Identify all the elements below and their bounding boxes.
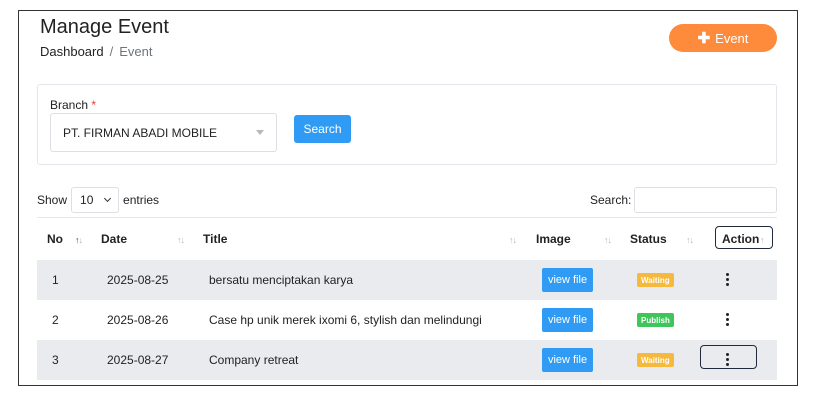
chevron-down-icon	[103, 194, 112, 203]
column-header-action[interactable]: Action	[722, 232, 759, 246]
add-event-label: Event	[715, 30, 749, 46]
column-header-title[interactable]: Title	[203, 232, 227, 246]
sort-icon[interactable]: ↑↓	[177, 235, 185, 245]
more-options-icon[interactable]	[724, 349, 730, 369]
entries-value: 10	[80, 193, 94, 207]
status-badge: Waiting	[637, 353, 674, 367]
sort-icon[interactable]: ↑↓	[75, 235, 83, 245]
row-title: Case hp unik merek ixomi 6, stylish dan …	[209, 313, 482, 327]
page-title: Manage Event	[40, 16, 169, 38]
column-header-status[interactable]: Status	[630, 232, 667, 246]
breadcrumb-dashboard-link[interactable]: Dashboard	[40, 44, 104, 59]
table-row: 2 2025-08-26 Case hp unik merek ixomi 6,…	[37, 300, 777, 340]
row-date: 2025-08-25	[107, 273, 169, 287]
view-file-button[interactable]: view file	[542, 308, 593, 332]
plus-icon: ✚	[697, 29, 711, 47]
view-file-button[interactable]: view file	[542, 348, 593, 372]
table-divider	[37, 217, 777, 218]
breadcrumb-separator: /	[109, 44, 114, 59]
view-file-button[interactable]: view file	[542, 268, 593, 292]
more-options-icon[interactable]	[724, 269, 730, 289]
branch-label-text: Branch	[50, 98, 89, 112]
row-no: 3	[52, 353, 59, 367]
status-badge: Publish	[637, 313, 674, 327]
row-no: 2	[52, 313, 59, 327]
branch-label: Branch *	[50, 98, 96, 112]
row-date: 2025-08-26	[107, 313, 169, 327]
table-search-label: Search:	[590, 193, 632, 207]
caret-down-icon	[256, 130, 264, 135]
sort-icon[interactable]: ↑↓	[509, 235, 517, 245]
sort-icon[interactable]: ↑↓	[686, 235, 694, 245]
show-entries: Show 10 entries	[37, 187, 159, 213]
row-title: bersatu menciptakan karya	[209, 273, 354, 287]
table-row: 3 2025-08-27 Company retreat view file W…	[37, 340, 777, 380]
entries-label: entries	[123, 193, 160, 207]
entries-select[interactable]: 10	[71, 187, 120, 213]
breadcrumb: Dashboard / Event	[40, 44, 152, 59]
table-row: 1 2025-08-25 bersatu menciptakan karya v…	[37, 260, 777, 300]
branch-select[interactable]: PT. FIRMAN ABADI MOBILE	[50, 113, 277, 152]
row-title: Company retreat	[209, 353, 299, 367]
show-label: Show	[37, 193, 68, 207]
sort-icon[interactable]: ↑↓	[604, 235, 612, 245]
table-search-input[interactable]	[634, 187, 777, 213]
column-header-image[interactable]: Image	[536, 232, 571, 246]
row-date: 2025-08-27	[107, 353, 169, 367]
add-event-button[interactable]: ✚ Event	[669, 24, 777, 52]
sort-icon[interactable]: ↑	[760, 235, 764, 245]
row-no: 1	[52, 273, 59, 287]
status-badge: Waiting	[637, 273, 674, 287]
breadcrumb-current: Event	[119, 44, 153, 59]
more-options-icon[interactable]	[724, 309, 730, 329]
branch-select-value: PT. FIRMAN ABADI MOBILE	[63, 125, 218, 140]
required-mark: *	[91, 98, 97, 112]
column-header-no[interactable]: No	[47, 232, 63, 246]
search-button[interactable]: Search	[294, 115, 351, 143]
column-header-date[interactable]: Date	[101, 232, 127, 246]
